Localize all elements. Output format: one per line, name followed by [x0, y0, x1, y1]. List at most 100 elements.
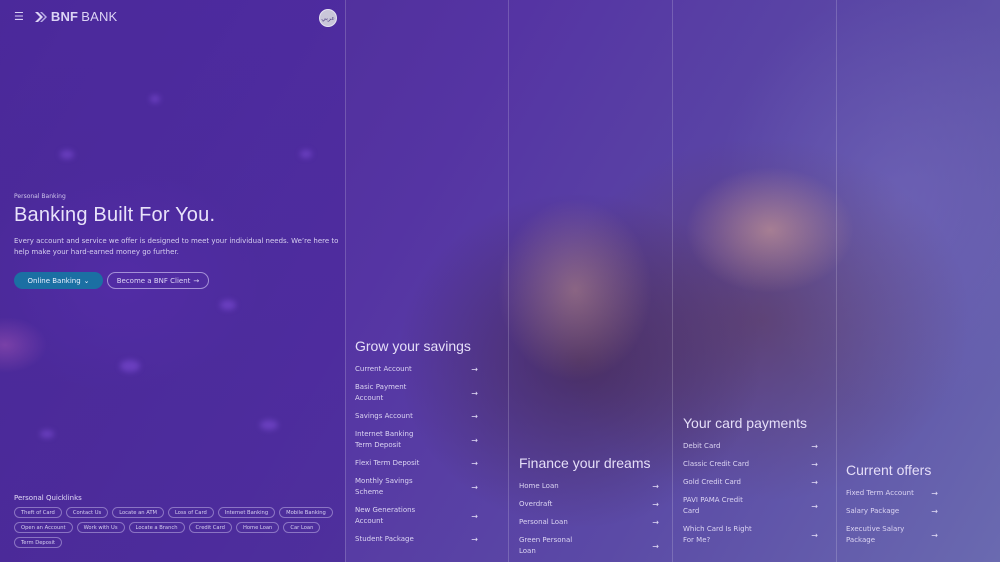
quicklink-chip[interactable]: Home Loan	[235, 522, 280, 533]
quicklink-chip[interactable]: Mobile Banking	[279, 507, 333, 518]
bokeh-dot	[220, 300, 236, 310]
menu-link-label: Overdraft	[519, 500, 553, 508]
language-switch-label: عربي	[321, 14, 335, 22]
menu-link-item[interactable]: Flexi Term Deposit →	[355, 458, 478, 469]
column-current-offers: Current offers Fixed Term Account → Salary…	[846, 462, 938, 553]
arrow-right-icon: →	[811, 530, 818, 540]
column-card-payments: Your card payments Debit Card → Classic Cr…	[683, 415, 818, 553]
arrow-right-icon: →	[652, 482, 659, 491]
arrow-right-icon: →	[931, 530, 938, 540]
bnf-chevron-icon	[34, 11, 47, 22]
menu-link-item[interactable]: Monthly Savings Scheme →	[355, 476, 478, 498]
chevron-down-icon: ⌄	[83, 276, 90, 285]
menu-link-label: Student Package	[355, 535, 414, 543]
column-title: Grow your savings	[355, 338, 471, 354]
hero-description: Every account and service we offer is de…	[14, 237, 339, 256]
menu-link-label: Fixed Term Account	[846, 489, 914, 497]
menu-link-label: Basic Payment Account	[355, 383, 407, 402]
quicklink-chip[interactable]: Loss of Card	[168, 507, 214, 518]
column-items: Fixed Term Account → Salary Package → Execut…	[846, 488, 938, 546]
arrow-right-icon: →	[652, 541, 659, 551]
arrow-right-icon: →	[811, 478, 818, 487]
become-client-label: Become a BNF Client	[116, 276, 191, 285]
menu-link-label: PAVI PAMA Credit Card	[683, 496, 743, 515]
quicklink-chip[interactable]: Open an Account	[14, 522, 73, 533]
arrow-right-icon: →	[471, 388, 478, 398]
menu-link-item[interactable]: PAVI PAMA Credit Card →	[683, 495, 818, 517]
quicklink-chip[interactable]: Locate an ATM	[112, 507, 164, 518]
column-title: Current offers	[846, 462, 932, 478]
menu-link-item[interactable]: Overdraft →	[519, 499, 659, 510]
menu-link-label: Personal Loan	[519, 518, 568, 526]
quicklink-chip[interactable]: Contact Us	[65, 507, 109, 518]
menu-link-item[interactable]: Internet Banking Term Deposit →	[355, 429, 478, 451]
menu-link-label: Savings Account	[355, 412, 413, 420]
menu-link-item[interactable]: Student Package →	[355, 534, 478, 545]
online-banking-label: Online Banking	[27, 276, 81, 285]
quicklink-chip[interactable]: Credit Card	[188, 522, 232, 533]
bokeh-dot	[260, 420, 278, 430]
menu-link-item[interactable]: Basic Payment Account →	[355, 382, 478, 404]
arrow-right-icon: →	[811, 442, 818, 451]
menu-link-item[interactable]: Salary Package →	[846, 506, 938, 517]
menu-link-item[interactable]: New Generations Account →	[355, 505, 478, 527]
hamburger-icon[interactable]: ☰	[14, 10, 24, 23]
bokeh-dot	[40, 430, 54, 438]
top-bar: ☰ BNF BANK	[14, 9, 117, 24]
arrow-right-icon: →	[471, 535, 478, 544]
arrow-right-icon: →	[652, 500, 659, 509]
column-divider	[345, 0, 346, 562]
logo-text-bold: BNF	[50, 9, 79, 24]
menu-link-label: Current Account	[355, 365, 412, 373]
menu-link-label: Classic Credit Card	[683, 460, 750, 468]
arrow-right-icon: →	[811, 501, 818, 511]
column-finance-dreams: Finance your dreams Home Loan → Overdraft →…	[519, 455, 659, 562]
menu-link-label: Which Card Is Right For Me?	[683, 525, 752, 544]
menu-link-label: Salary Package	[846, 507, 900, 515]
arrow-right-icon: →	[193, 276, 200, 285]
menu-link-label: Debit Card	[683, 442, 721, 450]
arrow-right-icon: →	[471, 365, 478, 374]
quicklink-chip[interactable]: Term Deposit	[14, 537, 63, 548]
menu-link-item[interactable]: Executive Salary Package →	[846, 524, 938, 546]
menu-link-item[interactable]: Fixed Term Account →	[846, 488, 938, 499]
menu-link-label: Home Loan	[519, 482, 559, 490]
column-divider	[836, 0, 837, 562]
menu-link-label: Flexi Term Deposit	[355, 459, 420, 467]
quicklink-chip[interactable]: Car Loan	[283, 522, 321, 533]
menu-link-item[interactable]: Debit Card →	[683, 441, 818, 452]
become-client-button[interactable]: Become a BNF Client →	[107, 272, 209, 289]
bokeh-dot	[300, 150, 312, 158]
bnf-logo[interactable]: BNF BANK	[34, 9, 118, 24]
column-grow-savings: Grow your savings Current Account → Basic …	[355, 338, 478, 552]
quicklink-chip[interactable]: Theft of Card	[14, 507, 62, 518]
arrow-right-icon: →	[652, 518, 659, 527]
quicklink-chip[interactable]: Work with Us	[76, 522, 125, 533]
arrow-right-icon: →	[811, 460, 818, 469]
hero-kicker: Personal Banking	[14, 193, 66, 200]
bokeh-dot	[120, 360, 140, 372]
menu-link-label: Monthly Savings Scheme	[355, 477, 413, 496]
language-switch-button[interactable]: عربي	[319, 9, 337, 27]
column-divider	[508, 0, 509, 562]
menu-link-label: Executive Salary Package	[846, 525, 905, 544]
column-title: Finance your dreams	[519, 455, 651, 471]
menu-link-item[interactable]: Home Loan →	[519, 481, 659, 492]
bokeh-dot	[60, 150, 74, 159]
menu-link-item[interactable]: Gold Credit Card →	[683, 477, 818, 488]
menu-link-item[interactable]: Current Account →	[355, 364, 478, 375]
menu-link-label: Gold Credit Card	[683, 478, 741, 486]
bokeh-dot	[150, 95, 160, 103]
arrow-right-icon: →	[471, 482, 478, 492]
quicklinks-list: Theft of Card Contact Us Locate an ATM Loss…	[14, 507, 334, 548]
online-banking-button[interactable]: Online Banking ⌄	[14, 272, 103, 289]
menu-link-item[interactable]: Personal Loan →	[519, 517, 659, 528]
arrow-right-icon: →	[471, 412, 478, 421]
menu-link-item[interactable]: Classic Credit Card →	[683, 459, 818, 470]
quicklink-chip[interactable]: Locate a Branch	[128, 522, 185, 533]
quicklink-chip[interactable]: Internet Banking	[217, 507, 276, 518]
menu-link-item[interactable]: Savings Account →	[355, 411, 478, 422]
menu-link-label: New Generations Account	[355, 506, 416, 525]
menu-link-item[interactable]: Green Personal Loan →	[519, 535, 659, 557]
menu-link-item[interactable]: Which Card Is Right For Me? →	[683, 524, 818, 546]
